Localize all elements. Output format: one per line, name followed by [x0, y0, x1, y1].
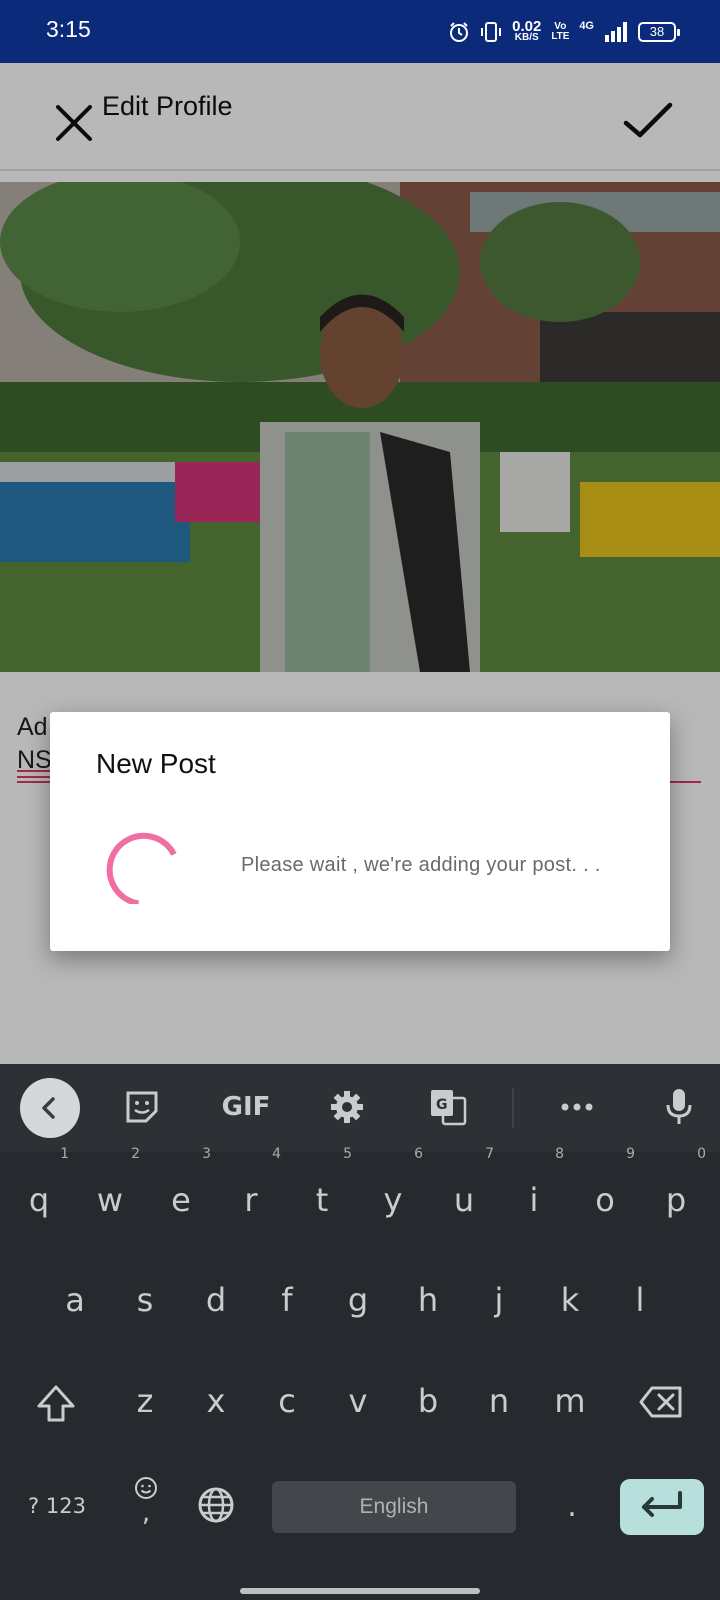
microphone-icon[interactable]: [654, 1082, 704, 1132]
key-m[interactable]: m: [540, 1366, 600, 1436]
key-i[interactable]: i8: [504, 1147, 564, 1235]
key-u[interactable]: u7: [434, 1147, 494, 1235]
shift-icon[interactable]: [34, 1382, 78, 1426]
alarm-icon: [450, 22, 469, 42]
key-f[interactable]: f: [257, 1265, 317, 1335]
globe-icon[interactable]: [196, 1486, 236, 1526]
symbols-key[interactable]: ? 123: [20, 1486, 94, 1526]
space-key[interactable]: English: [272, 1481, 516, 1533]
key-k[interactable]: k: [540, 1265, 600, 1335]
key-w[interactable]: w2: [80, 1147, 140, 1235]
key-d[interactable]: d: [186, 1265, 246, 1335]
enter-key[interactable]: [620, 1479, 704, 1535]
more-dots-icon[interactable]: [552, 1082, 602, 1132]
key-z[interactable]: z: [115, 1366, 175, 1436]
chevron-left-icon[interactable]: [20, 1078, 80, 1138]
dialog-title: New Post: [96, 748, 216, 779]
svg-text:G: G: [436, 1097, 448, 1113]
key-t[interactable]: t5: [292, 1147, 352, 1235]
key-e[interactable]: e3: [151, 1147, 211, 1235]
emoji-comma-key[interactable]: ,: [126, 1476, 166, 1536]
progress-dialog: New Post Please wait , we're adding your…: [50, 712, 670, 951]
gear-icon[interactable]: [322, 1082, 372, 1132]
key-c[interactable]: c: [257, 1366, 317, 1436]
key-r[interactable]: r4: [221, 1147, 281, 1235]
network-type: 4G: [579, 20, 594, 32]
key-a[interactable]: a: [45, 1265, 105, 1335]
loading-spinner: [106, 832, 177, 904]
key-x[interactable]: x: [186, 1366, 246, 1436]
key-n[interactable]: n: [469, 1366, 529, 1436]
emoji-icon: [135, 1477, 157, 1499]
toolbar-divider: [512, 1088, 514, 1128]
status-time: 3:15: [46, 16, 91, 42]
key-j[interactable]: j: [469, 1265, 529, 1335]
gif-button[interactable]: GIF: [216, 1082, 276, 1132]
soft-keyboard: GIF G q1 w2 e3 r4 t5 y6 u7 i8 o9 p0 a s …: [0, 1064, 720, 1600]
key-v[interactable]: v: [328, 1366, 388, 1436]
backspace-icon[interactable]: [638, 1384, 684, 1420]
signal-icon: [605, 22, 627, 42]
key-l[interactable]: l: [610, 1265, 670, 1335]
enter-icon: [642, 1491, 682, 1517]
dialog-message: Please wait , we're adding your post. . …: [241, 854, 601, 876]
key-h[interactable]: h: [398, 1265, 458, 1335]
key-o[interactable]: o9: [575, 1147, 635, 1235]
keyboard-toolbar: GIF G: [0, 1064, 720, 1152]
status-icons: 0.02 KB/S Vo LTE 4G 38: [448, 16, 680, 48]
status-bar: 3:15 0.02 KB/S Vo LTE 4G 38: [0, 0, 720, 63]
sticker-icon[interactable]: [117, 1082, 167, 1132]
key-y[interactable]: y6: [363, 1147, 423, 1235]
key-q[interactable]: q1: [9, 1147, 69, 1235]
key-p[interactable]: p0: [646, 1147, 706, 1235]
volte-indicator: Vo LTE: [551, 21, 570, 42]
net-speed: 0.02 KB/S: [512, 18, 542, 43]
key-b[interactable]: b: [398, 1366, 458, 1436]
home-indicator[interactable]: [240, 1588, 480, 1594]
translate-icon[interactable]: G: [423, 1082, 473, 1132]
key-g[interactable]: g: [328, 1265, 388, 1335]
period-key[interactable]: .: [552, 1482, 592, 1532]
battery-indicator: 38: [638, 22, 680, 42]
key-s[interactable]: s: [115, 1265, 175, 1335]
vibrate-icon: [481, 22, 502, 42]
